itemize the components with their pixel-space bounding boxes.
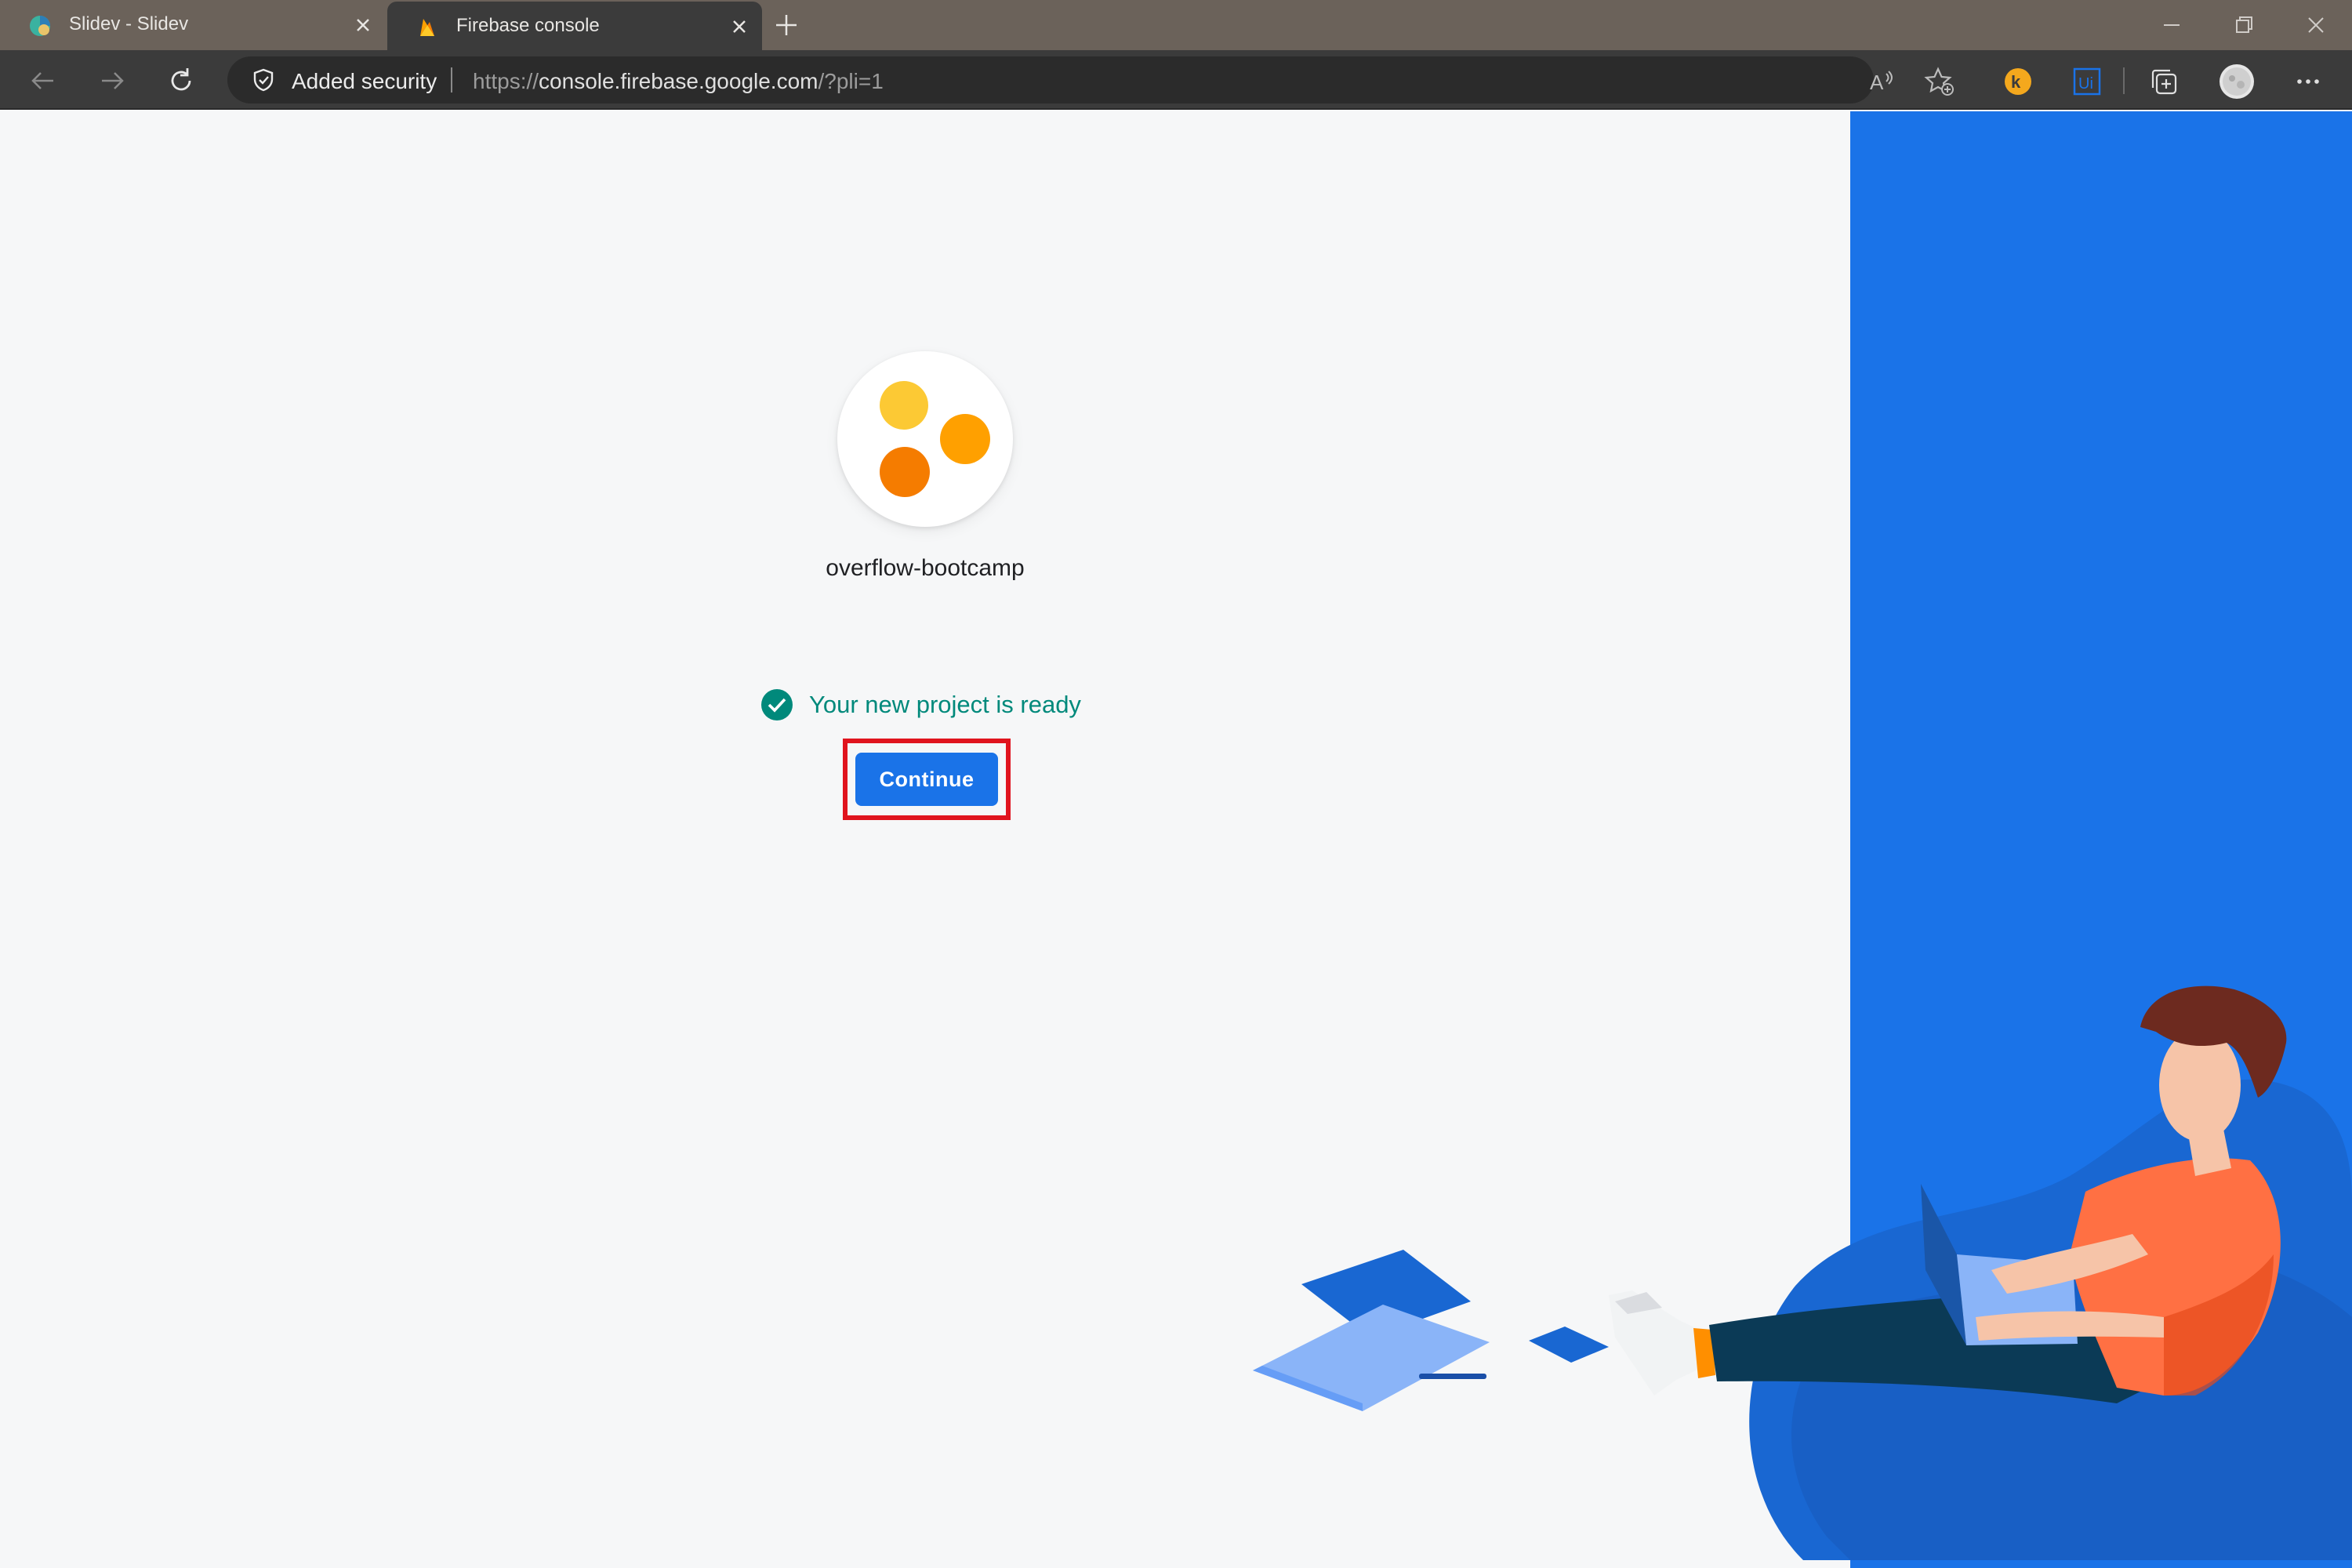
yellow-dot bbox=[880, 381, 928, 430]
status-message: Your new project is ready bbox=[760, 688, 1081, 721]
dark-orange-dot bbox=[880, 447, 930, 497]
restore-icon[interactable] bbox=[2230, 11, 2258, 39]
more-icon[interactable] bbox=[2292, 66, 2324, 97]
extension-ui-icon[interactable]: Ui bbox=[2071, 66, 2103, 97]
forward-icon[interactable] bbox=[97, 66, 127, 96]
relaxing-person-illustration bbox=[1253, 985, 2352, 1560]
tab-firebase-console[interactable]: Firebase console bbox=[387, 2, 762, 50]
toolbar-divider bbox=[2123, 67, 2125, 94]
tab-strip: Slidev - Slidev Firebase console bbox=[0, 0, 2352, 50]
slidev-icon bbox=[30, 16, 50, 36]
check-circle-icon bbox=[761, 689, 793, 720]
continue-button[interactable]: Continue bbox=[855, 753, 998, 806]
shield-icon[interactable] bbox=[251, 67, 276, 93]
status-text: Your new project is ready bbox=[809, 691, 1081, 718]
close-tab-icon[interactable] bbox=[351, 13, 375, 37]
project-avatar bbox=[837, 351, 1013, 527]
refresh-icon[interactable] bbox=[166, 66, 196, 96]
tab-slidev[interactable]: Slidev - Slidev bbox=[0, 0, 386, 50]
browser-toolbar: Added security https://console.firebase.… bbox=[0, 50, 2352, 110]
omnibox-divider bbox=[451, 67, 452, 93]
read-aloud-icon[interactable]: A bbox=[1866, 66, 1897, 97]
tab-title: Firebase console bbox=[456, 15, 600, 36]
collections-icon[interactable] bbox=[2148, 66, 2180, 97]
orange-dot bbox=[940, 414, 990, 464]
new-tab-icon[interactable] bbox=[772, 11, 800, 39]
project-name: overflow-bootcamp bbox=[826, 555, 1025, 581]
svg-text:A: A bbox=[1870, 71, 1884, 94]
security-label[interactable]: Added security bbox=[292, 69, 437, 94]
tab-title: Slidev - Slidev bbox=[69, 13, 189, 34]
extension-icon[interactable]: k bbox=[2002, 66, 2034, 97]
firebase-flame-icon bbox=[420, 19, 434, 36]
close-window-icon[interactable] bbox=[2302, 11, 2330, 39]
url-text[interactable]: https://console.firebase.google.com/?pli… bbox=[473, 69, 884, 94]
close-tab-icon[interactable] bbox=[728, 15, 751, 38]
back-icon[interactable] bbox=[28, 66, 58, 96]
minimize-icon[interactable] bbox=[2158, 11, 2186, 39]
svg-text:Ui: Ui bbox=[2078, 75, 2093, 93]
favorites-add-icon[interactable] bbox=[1924, 66, 1955, 97]
profile-avatar[interactable] bbox=[2219, 64, 2255, 100]
address-bar[interactable]: Added security https://console.firebase.… bbox=[227, 56, 1874, 103]
svg-text:k: k bbox=[2011, 72, 2021, 92]
